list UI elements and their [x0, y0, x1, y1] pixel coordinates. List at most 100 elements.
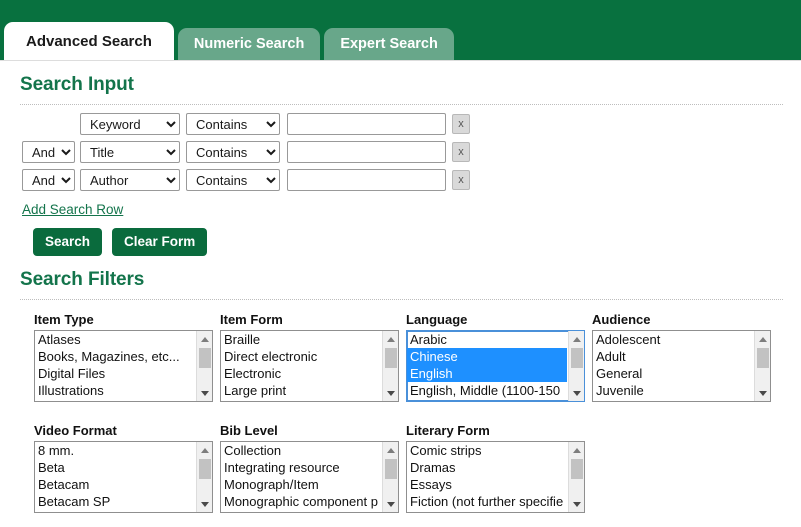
scrollbar[interactable] — [382, 442, 398, 512]
list-item[interactable]: English, Middle (1100-150 — [407, 382, 567, 399]
filter-bib-level-label: Bib Level — [220, 423, 278, 438]
search-term-input-row-1[interactable] — [287, 113, 446, 135]
scrollbar[interactable] — [568, 442, 584, 512]
scroll-up-arrow-icon[interactable] — [197, 332, 212, 346]
scrollbar-thumb[interactable] — [571, 348, 583, 368]
list-item[interactable]: Adolescent — [593, 331, 753, 348]
field-select-row-2[interactable]: Title — [80, 141, 180, 163]
boolean-select-row-3[interactable]: And — [22, 169, 75, 191]
list-item[interactable]: Large print — [221, 382, 381, 399]
filter-literary-form: Literary Form Comic strips Dramas Essays… — [406, 423, 592, 513]
filter-audience-listbox[interactable]: Adolescent Adult General Juvenile — [592, 330, 771, 402]
tab-advanced-search[interactable]: Advanced Search — [4, 22, 174, 60]
list-item[interactable]: Collection — [221, 442, 381, 459]
filter-literary-form-options: Comic strips Dramas Essays Fiction (not … — [407, 442, 567, 512]
scrollbar[interactable] — [196, 331, 212, 401]
list-item[interactable]: Monograph/Item — [221, 476, 381, 493]
scrollbar-thumb[interactable] — [385, 459, 397, 479]
filter-audience-options: Adolescent Adult General Juvenile — [593, 331, 753, 401]
list-item[interactable]: Integrating resource — [221, 459, 381, 476]
scrollbar-thumb[interactable] — [757, 348, 769, 368]
tab-header-bar: Advanced Search Numeric Search Expert Se… — [0, 0, 801, 60]
filter-language-listbox[interactable]: Arabic Chinese English English, Middle (… — [406, 330, 585, 402]
filter-video-format-listbox[interactable]: 8 mm. Beta Betacam Betacam SP — [34, 441, 213, 513]
remove-row-button-row-3[interactable]: x — [452, 170, 470, 190]
tab-numeric-search[interactable]: Numeric Search — [177, 28, 321, 60]
scroll-down-arrow-icon[interactable] — [197, 497, 212, 511]
list-item[interactable]: Adult — [593, 348, 753, 365]
tab-expert-search-label: Expert Search — [340, 36, 438, 52]
scroll-down-arrow-icon[interactable] — [383, 386, 398, 400]
scrollbar-thumb[interactable] — [385, 348, 397, 368]
scroll-down-arrow-icon[interactable] — [755, 386, 770, 400]
list-item[interactable]: Braille — [221, 331, 381, 348]
filter-literary-form-listbox[interactable]: Comic strips Dramas Essays Fiction (not … — [406, 441, 585, 513]
field-select-row-1[interactable]: Keyword — [80, 113, 180, 135]
scroll-down-arrow-icon[interactable] — [383, 497, 398, 511]
filter-language-options: Arabic Chinese English English, Middle (… — [407, 331, 567, 401]
scroll-down-arrow-icon[interactable] — [197, 386, 212, 400]
scroll-up-arrow-icon[interactable] — [383, 332, 398, 346]
scrollbar[interactable] — [196, 442, 212, 512]
search-filters-heading: Search Filters — [20, 269, 145, 290]
filter-item-type-listbox[interactable]: Atlases Books, Magazines, etc... Digital… — [34, 330, 213, 402]
list-item[interactable]: Dramas — [407, 459, 567, 476]
scrollbar[interactable] — [754, 331, 770, 401]
filter-bib-level-options: Collection Integrating resource Monograp… — [221, 442, 381, 512]
add-search-row-link[interactable]: Add Search Row — [22, 202, 123, 217]
operator-select-row-3[interactable]: Contains — [186, 169, 280, 191]
scrollbar[interactable] — [568, 331, 584, 401]
list-item[interactable]: Essays — [407, 476, 567, 493]
remove-row-button-row-2[interactable]: x — [452, 142, 470, 162]
search-row: And Title Contains x — [0, 139, 801, 165]
filter-item-type-label: Item Type — [34, 312, 94, 327]
scroll-up-arrow-icon[interactable] — [569, 332, 584, 346]
scroll-down-arrow-icon[interactable] — [569, 386, 584, 400]
list-item[interactable]: Monographic component p — [221, 493, 381, 510]
list-item[interactable]: General — [593, 365, 753, 382]
scroll-up-arrow-icon[interactable] — [569, 443, 584, 457]
scroll-down-arrow-icon[interactable] — [569, 497, 584, 511]
list-item[interactable]: Electronic — [221, 365, 381, 382]
list-item[interactable]: Fiction (not further specifie — [407, 493, 567, 510]
scrollbar[interactable] — [382, 331, 398, 401]
list-item[interactable]: Atlases — [35, 331, 195, 348]
list-item[interactable]: Beta — [35, 459, 195, 476]
list-item-selected[interactable]: Chinese — [407, 348, 567, 365]
filter-bib-level-listbox[interactable]: Collection Integrating resource Monograp… — [220, 441, 399, 513]
list-item[interactable]: Arabic — [407, 331, 567, 348]
scrollbar-thumb[interactable] — [571, 459, 583, 479]
search-filters: Item Type Atlases Books, Magazines, etc.… — [0, 300, 801, 513]
filter-audience: Audience Adolescent Adult General Juveni… — [592, 312, 778, 402]
operator-select-row-2[interactable]: Contains — [186, 141, 280, 163]
list-item[interactable]: Betacam SP — [35, 493, 195, 510]
scrollbar-thumb[interactable] — [199, 459, 211, 479]
clear-form-button[interactable]: Clear Form — [112, 228, 208, 256]
scrollbar-thumb[interactable] — [199, 348, 211, 368]
search-row: And Author Contains x — [0, 167, 801, 193]
list-item[interactable]: Juvenile — [593, 382, 753, 399]
list-item[interactable]: Digital Files — [35, 365, 195, 382]
filter-item-form-listbox[interactable]: Braille Direct electronic Electronic Lar… — [220, 330, 399, 402]
list-item-selected[interactable]: English — [407, 365, 567, 382]
field-select-row-3[interactable]: Author — [80, 169, 180, 191]
list-item[interactable]: Direct electronic — [221, 348, 381, 365]
list-item[interactable]: Comic strips — [407, 442, 567, 459]
list-item[interactable]: Illustrations — [35, 382, 195, 399]
search-term-input-row-2[interactable] — [287, 141, 446, 163]
remove-row-button-row-1[interactable]: x — [452, 114, 470, 134]
search-button[interactable]: Search — [33, 228, 103, 256]
list-item[interactable]: Books, Magazines, etc... — [35, 348, 195, 365]
form-button-bar: Search Clear Form — [0, 217, 801, 256]
list-item[interactable]: Betacam — [35, 476, 195, 493]
scroll-up-arrow-icon[interactable] — [755, 332, 770, 346]
filter-video-format-label: Video Format — [34, 423, 117, 438]
search-term-input-row-3[interactable] — [287, 169, 446, 191]
scroll-up-arrow-icon[interactable] — [383, 443, 398, 457]
operator-select-row-1[interactable]: Contains — [186, 113, 280, 135]
filter-item-form-label: Item Form — [220, 312, 283, 327]
boolean-select-row-2[interactable]: And — [22, 141, 75, 163]
tab-expert-search[interactable]: Expert Search — [324, 28, 454, 60]
list-item[interactable]: 8 mm. — [35, 442, 195, 459]
scroll-up-arrow-icon[interactable] — [197, 443, 212, 457]
